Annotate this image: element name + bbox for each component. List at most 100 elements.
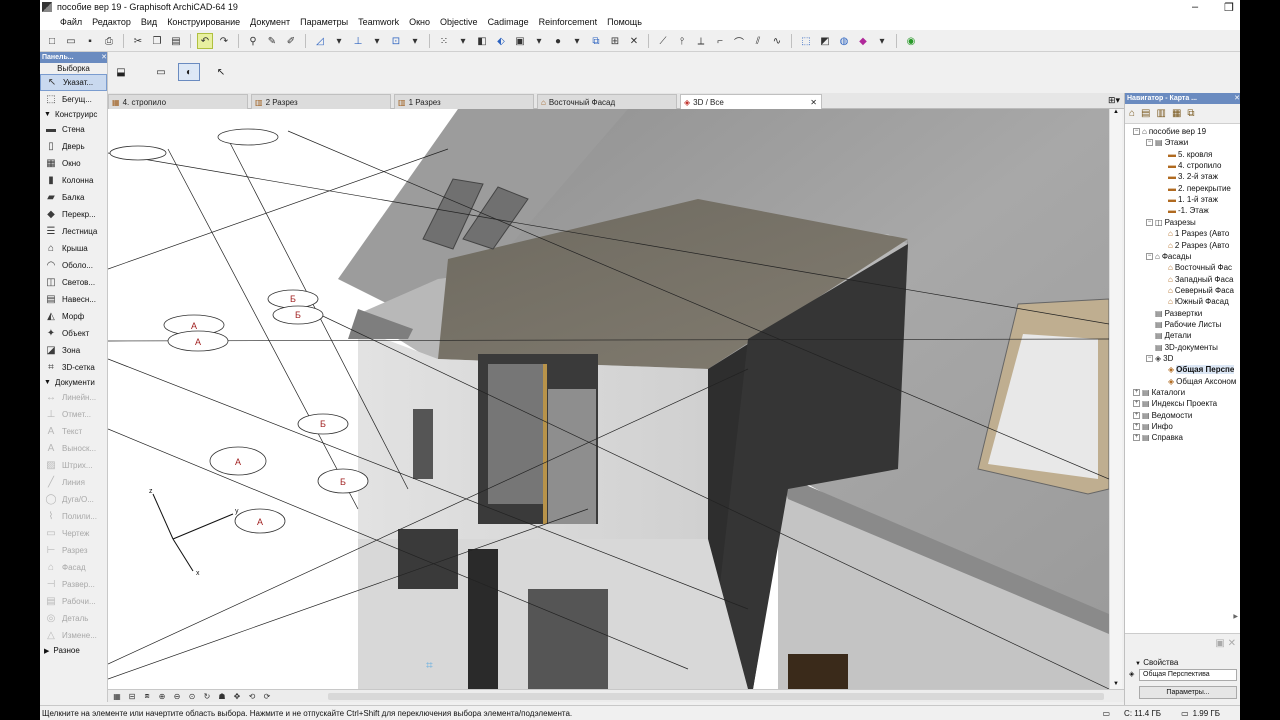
tree-item[interactable]: ⌂ Северный Фаса bbox=[1159, 285, 1234, 296]
inject-icon[interactable]: ✐ bbox=[283, 33, 299, 49]
new-file-icon[interactable]: □ bbox=[44, 33, 60, 49]
3d-window-settings-icon[interactable]: ⊟ bbox=[125, 691, 139, 702]
tool-level-dimension[interactable]: ⊥ Отмет... bbox=[40, 406, 107, 423]
tree-item[interactable]: − ◫ Разрезы bbox=[1146, 217, 1196, 228]
menu-help[interactable]: Помощь bbox=[607, 17, 642, 27]
pointer-arrow-icon[interactable]: ↖ bbox=[210, 63, 232, 81]
save-icon[interactable]: ▪ bbox=[82, 33, 98, 49]
menu-edit[interactable]: Редактор bbox=[92, 17, 131, 27]
geometry-method-icon[interactable]: ⬓ bbox=[110, 63, 132, 81]
tree-item[interactable]: ▬ 5. кровля bbox=[1159, 149, 1212, 160]
tree-item[interactable]: ▤ 3D-документы bbox=[1146, 342, 1218, 353]
rectangle-method-icon[interactable]: ▭ bbox=[150, 63, 172, 81]
tree-item[interactable]: ⌂ 1 Разрез (Авто bbox=[1159, 228, 1229, 239]
fillet-icon[interactable]: ⌒ bbox=[731, 33, 747, 49]
gravity-icon[interactable]: ⊥ bbox=[350, 33, 366, 49]
menu-design[interactable]: Конструирование bbox=[167, 17, 240, 27]
menu-view[interactable]: Вид bbox=[141, 17, 157, 27]
tool-shell[interactable]: ◠ Оболо... bbox=[40, 257, 107, 274]
tool-drawing[interactable]: ▭ Чертеж bbox=[40, 525, 107, 542]
dropdown-arrow-icon[interactable]: ▾ bbox=[369, 33, 385, 49]
tool-door[interactable]: ▯ Дверь bbox=[40, 138, 107, 155]
collapse-icon[interactable]: − bbox=[1146, 252, 1153, 260]
tool-line[interactable]: ╱ Линия bbox=[40, 474, 107, 491]
view-parameters-button[interactable]: Параметры... bbox=[1139, 686, 1237, 699]
grid-snap-icon[interactable]: ⊡ bbox=[388, 33, 404, 49]
tool-beam[interactable]: ▰ Балка bbox=[40, 189, 107, 206]
redo-icon[interactable]: ↷ bbox=[216, 33, 232, 49]
tree-item[interactable]: ▬ 4. стропило bbox=[1159, 160, 1221, 171]
tool-curtain-wall[interactable]: ▤ Навесн... bbox=[40, 291, 107, 308]
tool-fill[interactable]: ▨ Штрих... bbox=[40, 457, 107, 474]
tool-section[interactable]: ⊢ Разрез bbox=[40, 542, 107, 559]
tool-object[interactable]: ✦ Объект bbox=[40, 325, 107, 342]
pick-up-icon[interactable]: ✎ bbox=[264, 33, 280, 49]
paste-icon[interactable]: ▤ bbox=[168, 33, 184, 49]
open-folder-icon[interactable]: ▭ bbox=[63, 33, 79, 49]
tree-item[interactable]: ⌂ Западный Фаса bbox=[1159, 274, 1233, 285]
offset-icon[interactable]: ⫽ bbox=[750, 33, 766, 49]
selection-settings-icon[interactable]: ⊞ bbox=[607, 33, 623, 49]
settings-icon[interactable]: ▣ ✕ bbox=[1215, 638, 1236, 649]
tool-worksheet[interactable]: ▤ Рабочи... bbox=[40, 593, 107, 610]
menu-document[interactable]: Документ bbox=[250, 17, 290, 27]
menu-teamwork[interactable]: Teamwork bbox=[358, 17, 399, 27]
tool-label[interactable]: A Выноск... bbox=[40, 440, 107, 457]
tab-east-elevation[interactable]: ⌂ Восточный Фасад bbox=[537, 94, 677, 109]
tool-wall[interactable]: ▬ Стена bbox=[40, 121, 107, 138]
menu-file[interactable]: Файл bbox=[60, 17, 82, 27]
minimize-button[interactable]: – bbox=[1178, 1, 1212, 13]
transform-icon[interactable]: ◧ bbox=[474, 33, 490, 49]
tree-item[interactable]: + ▤ Ведомости bbox=[1133, 410, 1192, 421]
group-design[interactable]: ▼ Конструирс bbox=[40, 108, 107, 121]
collapse-icon[interactable]: − bbox=[1146, 218, 1153, 226]
view-map-icon[interactable]: ▤ bbox=[1141, 108, 1150, 119]
tool-roof[interactable]: ⌂ Крыша bbox=[40, 240, 107, 257]
snap-guide-icon[interactable]: ◿ bbox=[312, 33, 328, 49]
close-tab-icon[interactable]: ✕ bbox=[810, 98, 817, 107]
tab-3d-all[interactable]: ◈ 3D / Все ✕ bbox=[680, 94, 822, 109]
expand-icon[interactable]: + bbox=[1133, 389, 1140, 397]
undo-icon[interactable]: ↶ bbox=[197, 33, 213, 49]
print-icon[interactable]: ⎙ bbox=[101, 33, 117, 49]
tree-item[interactable]: + ▤ Индексы Проекта bbox=[1133, 398, 1217, 409]
group-more[interactable]: ▶ Разное bbox=[40, 644, 107, 657]
tool-morph[interactable]: ◭ Морф bbox=[40, 308, 107, 325]
tree-item[interactable]: − ◈ 3D bbox=[1146, 353, 1173, 364]
render-icon[interactable]: ◆ bbox=[855, 33, 871, 49]
tool-elevation[interactable]: ⌂ Фасад bbox=[40, 559, 107, 576]
dropdown-arrow-icon[interactable]: ▾ bbox=[455, 33, 471, 49]
previous-zoom-icon[interactable]: ⟲ bbox=[245, 691, 259, 702]
tool-polyline[interactable]: ⌇ Полили... bbox=[40, 508, 107, 525]
copy-icon[interactable]: ❐ bbox=[149, 33, 165, 49]
collapse-icon[interactable]: − bbox=[1146, 355, 1153, 362]
tree-item[interactable]: − ⌂ пособие вер 19 bbox=[1133, 126, 1206, 137]
tool-text[interactable]: A Текст bbox=[40, 423, 107, 440]
tool-arc[interactable]: ◯ Дуга/О... bbox=[40, 491, 107, 508]
adjust-icon[interactable]: ⟂ bbox=[693, 33, 709, 49]
3d-style-icon[interactable]: ◩ bbox=[817, 33, 833, 49]
scroll-up-icon[interactable]: ▲ bbox=[1110, 109, 1122, 115]
tree-item[interactable]: ▤ Рабочие Листы bbox=[1146, 319, 1221, 330]
expand-icon[interactable]: + bbox=[1133, 400, 1140, 408]
tree-item[interactable]: + ▤ Каталоги bbox=[1133, 387, 1185, 398]
trace-icon[interactable]: ⧉ bbox=[588, 33, 604, 49]
teamwork-status-icon[interactable]: ◉ bbox=[903, 33, 919, 49]
tool-window[interactable]: ▦ Окно bbox=[40, 155, 107, 172]
cut-icon[interactable]: ✂ bbox=[130, 33, 146, 49]
tree-item[interactable]: ▬ 1. 1-й этаж bbox=[1159, 194, 1218, 205]
tree-scroll-right-icon[interactable]: ▶ bbox=[1233, 613, 1238, 620]
tree-item[interactable]: + ▤ Справка bbox=[1133, 432, 1183, 443]
tree-item[interactable]: ▬ -1. Этаж bbox=[1159, 205, 1209, 216]
scroll-down-icon[interactable]: ▼ bbox=[1110, 681, 1122, 687]
tree-item[interactable]: ◈ Общая Перспе bbox=[1159, 364, 1235, 375]
tree-item[interactable]: ⌂ 2 Разрез (Авто bbox=[1159, 240, 1229, 251]
zoom-out-icon[interactable]: ⊖ bbox=[170, 691, 184, 702]
pen-set-icon[interactable]: ● bbox=[550, 33, 566, 49]
find-select-icon[interactable]: ⚲ bbox=[245, 33, 261, 49]
vertical-scrollbar[interactable]: ▲ ▼ bbox=[1109, 109, 1122, 689]
dropdown-arrow-icon[interactable]: ▾ bbox=[569, 33, 585, 49]
orbit-icon[interactable]: ↻ bbox=[200, 691, 214, 702]
collapse-icon[interactable]: − bbox=[1133, 128, 1140, 135]
explore-icon[interactable]: ✥ bbox=[230, 691, 244, 702]
